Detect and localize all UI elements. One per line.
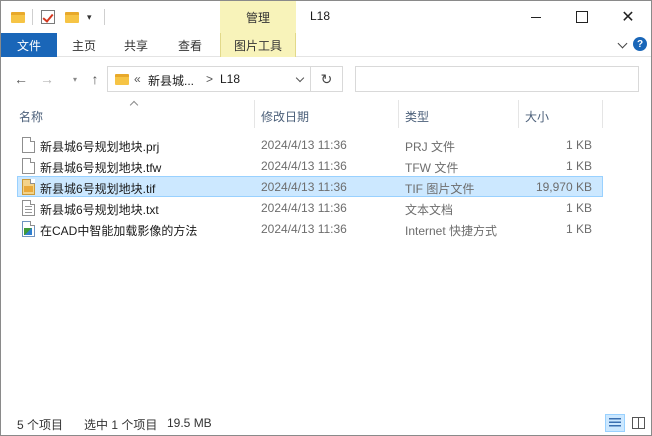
quick-access-folder[interactable] — [11, 7, 25, 27]
dropdown-icon: ▾ — [87, 11, 92, 22]
column-divider[interactable] — [602, 100, 603, 128]
file-date: 2024/4/13 11:36 — [261, 222, 347, 236]
breadcrumb-separator[interactable]: > — [206, 72, 213, 86]
status-bar: 5 个项目 选中 1 个项目 19.5 MB — [1, 413, 651, 435]
file-size: 1 KB — [565, 222, 592, 236]
contextual-tab-manage[interactable]: 管理 — [220, 1, 296, 33]
address-bar[interactable]: « 新县城... > L18 — [107, 66, 311, 92]
file-type: TFW 文件 — [405, 161, 459, 175]
explorer-window: ▾ 管理 L18 ✕ 文件 主页 共享 查看 图片工具 ? ← → ▾ ↑ « … — [0, 0, 652, 436]
image-file-icon — [22, 179, 35, 195]
column-divider[interactable] — [254, 100, 255, 128]
file-name: 新县城6号规划地块.prj — [40, 140, 160, 154]
details-view-button[interactable] — [605, 414, 625, 432]
file-name: 新县城6号规划地块.txt — [40, 203, 159, 217]
internet-shortcut-icon — [22, 221, 35, 237]
forward-button[interactable]: → — [37, 68, 57, 90]
file-row-shortcut[interactable]: 在CAD中智能加载影像的方法 2024/4/13 11:36 Internet … — [17, 218, 603, 239]
folder-icon — [11, 11, 25, 23]
help-icon[interactable]: ? — [633, 37, 647, 51]
tab-view[interactable]: 查看 — [165, 33, 215, 57]
column-divider[interactable] — [398, 100, 399, 128]
quick-access-properties[interactable] — [41, 7, 55, 27]
large-icons-view-button[interactable] — [628, 414, 648, 432]
properties-icon — [41, 10, 55, 24]
tab-file[interactable]: 文件 — [1, 33, 57, 57]
file-type: PRJ 文件 — [405, 140, 456, 154]
file-row-tfw[interactable]: 新县城6号规划地块.tfw 2024/4/13 11:36 TFW 文件 1 K… — [17, 155, 603, 176]
breadcrumb-overflow[interactable]: « — [134, 72, 141, 86]
document-icon — [22, 158, 35, 174]
file-type: Internet 快捷方式 — [405, 224, 498, 238]
column-headers: 名称 修改日期 类型 大小 — [1, 100, 651, 130]
file-size: 1 KB — [565, 159, 592, 173]
file-size: 19,970 KB — [535, 180, 592, 194]
file-name: 在CAD中智能加载影像的方法 — [40, 224, 198, 238]
file-name: 新县城6号规划地块.tfw — [40, 161, 162, 175]
file-type: 文本文档 — [405, 203, 454, 217]
new-folder-icon — [65, 11, 79, 23]
navigation-bar: ← → ▾ ↑ « 新县城... > L18 ↻ — [1, 58, 651, 100]
file-type: TIF 图片文件 — [405, 182, 475, 196]
recent-locations-dropdown[interactable]: ▾ — [70, 70, 80, 88]
ribbon-tabs: 文件 主页 共享 查看 图片工具 ? — [1, 33, 651, 57]
column-header-date[interactable]: 修改日期 — [261, 108, 309, 125]
selection-size: 19.5 MB — [167, 416, 212, 430]
search-input[interactable] — [355, 66, 639, 92]
maximize-button[interactable] — [559, 1, 605, 33]
text-file-icon — [22, 200, 35, 216]
file-date: 2024/4/13 11:36 — [261, 159, 347, 173]
tab-picture-tools[interactable]: 图片工具 — [220, 33, 296, 57]
selection-count: 选中 1 个项目 — [84, 418, 158, 432]
window-title: L18 — [310, 9, 331, 23]
address-dropdown-icon[interactable] — [290, 67, 310, 91]
file-date: 2024/4/13 11:36 — [261, 180, 347, 194]
minimize-button[interactable] — [513, 1, 559, 33]
file-row-prj[interactable]: 新县城6号规划地块.prj 2024/4/13 11:36 PRJ 文件 1 K… — [17, 134, 603, 155]
document-icon — [22, 137, 35, 153]
column-header-size[interactable]: 大小 — [525, 108, 549, 125]
column-header-type[interactable]: 类型 — [405, 108, 429, 125]
item-count: 5 个项目 — [17, 418, 64, 432]
title-bar: ▾ 管理 L18 ✕ — [1, 1, 651, 33]
quick-access-customize[interactable]: ▾ — [87, 7, 92, 27]
expand-ribbon-chevron-icon[interactable] — [615, 38, 629, 52]
tab-home[interactable]: 主页 — [59, 33, 109, 57]
up-button[interactable]: ↑ — [85, 68, 105, 90]
file-row-tif[interactable]: 新县城6号规划地块.tif 2024/4/13 11:36 TIF 图片文件 1… — [17, 176, 603, 197]
file-date: 2024/4/13 11:36 — [261, 138, 347, 152]
back-button[interactable]: ← — [11, 68, 31, 90]
file-date: 2024/4/13 11:36 — [261, 201, 347, 215]
file-row-txt[interactable]: 新县城6号规划地块.txt 2024/4/13 11:36 文本文档 1 KB — [17, 197, 603, 218]
divider — [32, 9, 33, 25]
tab-share[interactable]: 共享 — [111, 33, 161, 57]
column-divider[interactable] — [518, 100, 519, 128]
quick-access-new-folder[interactable] — [65, 7, 79, 27]
sort-ascending-icon — [129, 100, 139, 106]
folder-icon — [115, 74, 129, 85]
file-size: 1 KB — [565, 138, 592, 152]
file-size: 1 KB — [565, 201, 592, 215]
file-name: 新县城6号规划地块.tif — [40, 182, 156, 196]
refresh-button[interactable]: ↻ — [311, 66, 343, 92]
breadcrumb-parent[interactable]: 新县城... — [148, 72, 194, 89]
divider — [104, 9, 105, 25]
column-header-name[interactable]: 名称 — [19, 108, 43, 125]
close-button[interactable]: ✕ — [605, 1, 651, 33]
breadcrumb-current[interactable]: L18 — [220, 72, 240, 86]
